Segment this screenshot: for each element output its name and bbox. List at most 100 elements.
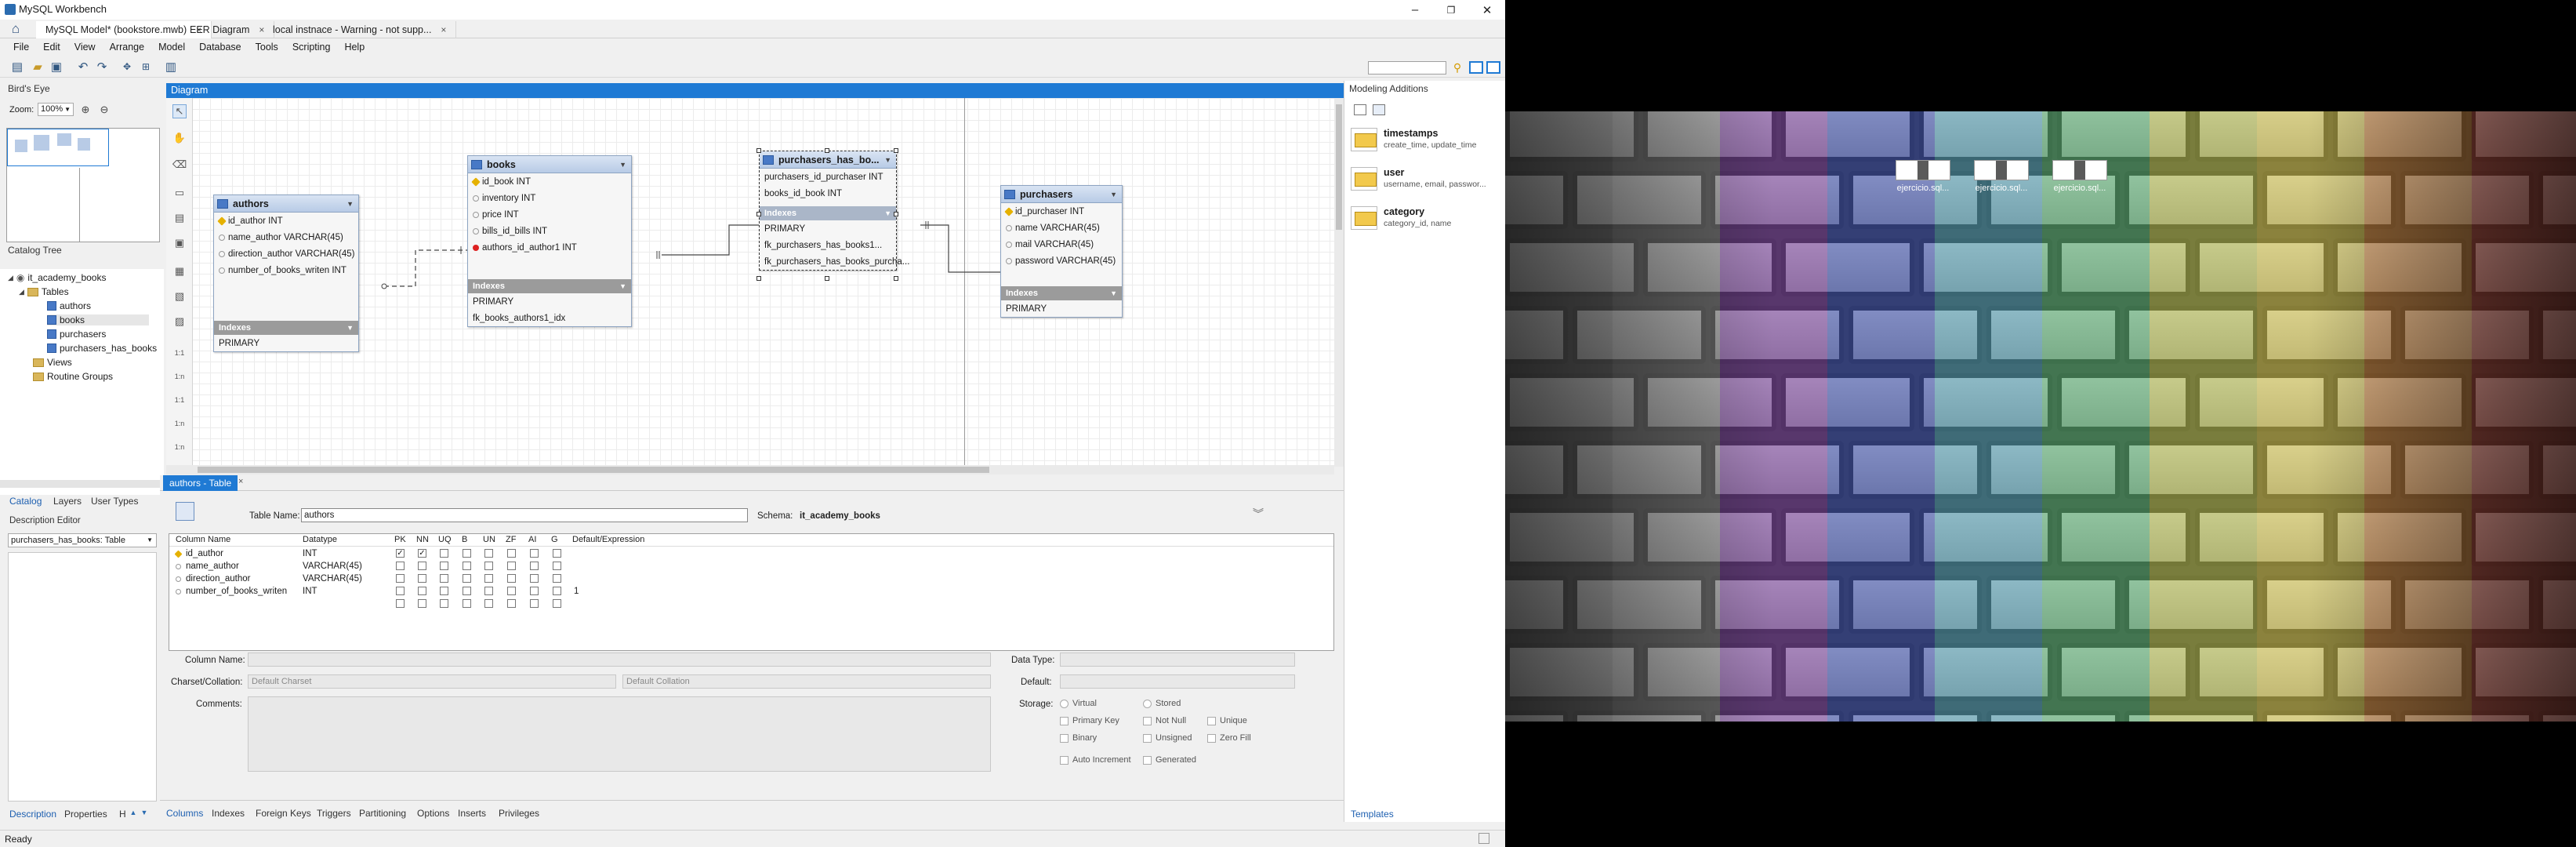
chevron-down-icon[interactable]: ▼ [1110, 289, 1117, 297]
entity-authors[interactable]: authors ▼ id_author INT name_author VARCH… [213, 194, 359, 352]
entity-index[interactable]: PRIMARY [214, 335, 358, 351]
description-object-select[interactable]: purchasers_has_books: Table ▼ [8, 533, 157, 547]
flag-checkbox[interactable] [484, 574, 493, 583]
tab-description[interactable]: Description [9, 809, 56, 820]
pointer-tool-icon[interactable]: ↖ [172, 104, 187, 118]
tree-node-routines[interactable]: Routine Groups [33, 371, 113, 382]
close-icon[interactable]: × [441, 24, 446, 35]
tab-privileges[interactable]: Privileges [499, 808, 539, 819]
flag-checkbox[interactable] [507, 562, 516, 570]
entity-books[interactable]: books ▼ id_book INT inventory INT price I… [467, 155, 632, 327]
menu-database[interactable]: Database [192, 42, 249, 53]
resize-handle[interactable] [825, 276, 829, 281]
zoom-out-icon[interactable]: ⊖ [97, 103, 111, 117]
entity-column[interactable]: id_author INT [214, 213, 358, 229]
flag-checkbox[interactable] [440, 587, 448, 595]
datatype-cell[interactable]: INT [303, 547, 317, 560]
virtual-radio[interactable]: Virtual [1060, 699, 1097, 708]
default-input[interactable] [1060, 674, 1295, 689]
entity-column[interactable]: books_id_book INT [760, 185, 896, 202]
flag-checkbox[interactable] [507, 599, 516, 608]
arrow-up-icon[interactable]: ▲ [129, 807, 138, 818]
grid-header[interactable]: G [551, 535, 558, 544]
flag-checkbox[interactable] [440, 574, 448, 583]
flag-checkbox[interactable] [396, 599, 405, 608]
rel-1-1-id-icon[interactable]: 1:1 [172, 393, 187, 407]
table-tool-icon[interactable]: ▦ [172, 264, 187, 278]
flag-checkbox[interactable] [553, 562, 561, 570]
undo-icon[interactable]: ↶ [75, 59, 91, 75]
tab-history[interactable]: H [119, 809, 126, 820]
tab-user-types[interactable]: User Types [91, 496, 138, 507]
entity-column[interactable]: bills_id_bills INT [468, 223, 631, 239]
flag-checkbox[interactable]: ✓ [396, 549, 405, 558]
tab-templates[interactable]: Templates [1351, 809, 1394, 820]
menu-tools[interactable]: Tools [249, 42, 285, 53]
rel-1-1-nonid-icon[interactable]: 1:1 [172, 346, 187, 360]
chevron-down-icon[interactable]: ▼ [619, 282, 626, 290]
scroll-thumb[interactable] [1336, 104, 1342, 230]
datatype-cell[interactable]: VARCHAR(45) [303, 573, 362, 585]
entity-purchasers[interactable]: purchasers ▼ id_purchaser INT name VARCHA… [1000, 185, 1123, 318]
tab-properties[interactable]: Properties [64, 809, 107, 820]
flag-checkbox[interactable] [396, 587, 405, 595]
tab-authors-table[interactable]: authors - Table [163, 475, 238, 491]
table-row[interactable]: id_author [174, 547, 223, 560]
new-diagram-icon[interactable]: ▥ [163, 59, 179, 75]
diagram-vertical-scrollbar[interactable] [1334, 98, 1344, 467]
grid-header[interactable]: AI [528, 535, 536, 544]
chevron-down-icon[interactable]: ▼ [346, 200, 354, 208]
grid-header[interactable]: B [462, 535, 467, 544]
rel-1-n-nonid-icon[interactable]: 1:n [172, 369, 187, 384]
hand-tool-icon[interactable]: ✋ [172, 131, 187, 145]
tab-inserts[interactable]: Inserts [458, 808, 486, 819]
flag-checkbox[interactable] [553, 574, 561, 583]
grid-header[interactable]: UN [483, 535, 495, 544]
search-icon[interactable]: ⚲ [1450, 60, 1464, 75]
layer-tool-icon[interactable]: ▭ [172, 186, 187, 200]
menu-file[interactable]: File [6, 42, 36, 53]
flag-checkbox[interactable] [507, 549, 516, 558]
new-model-icon[interactable]: ▤ [9, 59, 25, 75]
flag-checkbox[interactable] [463, 587, 471, 595]
grid-header[interactable]: NN [416, 535, 429, 544]
unsigned-checkbox[interactable]: Unsigned [1143, 733, 1192, 743]
table-row[interactable]: direction_author [176, 573, 250, 585]
panel-toggle-icon[interactable] [1478, 833, 1489, 844]
save-icon[interactable]: ▣ [49, 59, 64, 75]
entity-header[interactable]: purchasers_has_bo... ▼ [760, 151, 896, 169]
collapse-chevron-icon[interactable]: ︾ [1251, 507, 1265, 521]
image-tool-icon[interactable]: ▣ [172, 236, 187, 250]
minimize-button[interactable]: – [1397, 0, 1433, 20]
tree-node-schema[interactable]: ◢ ◉ it_academy_books [8, 272, 106, 283]
binary-checkbox[interactable]: Binary [1060, 733, 1097, 743]
tab-partitioning[interactable]: Partitioning [359, 808, 406, 819]
flag-checkbox[interactable] [463, 574, 471, 583]
entity-column[interactable]: password VARCHAR(45) [1001, 253, 1122, 269]
flag-checkbox[interactable] [484, 562, 493, 570]
entity-index[interactable]: fk_books_authors1_idx [468, 310, 631, 326]
flag-checkbox[interactable] [553, 587, 561, 595]
chevron-down-icon[interactable]: ▼ [619, 161, 626, 169]
view-tool-icon[interactable]: ▧ [172, 289, 187, 304]
snippet-view-icon[interactable] [1354, 104, 1366, 115]
entity-index[interactable]: PRIMARY [760, 220, 896, 237]
diagram-horizontal-scrollbar[interactable] [166, 465, 1334, 474]
menu-arrange[interactable]: Arrange [103, 42, 151, 53]
entity-indexes-header[interactable]: Indexes ▼ [214, 321, 358, 335]
entity-column[interactable]: authors_id_author1 INT [468, 239, 631, 256]
tab-options[interactable]: Options [417, 808, 449, 819]
grid-header[interactable]: Default/Expression [572, 535, 644, 544]
not-null-checkbox[interactable]: Not Null [1143, 716, 1186, 725]
flag-checkbox[interactable] [463, 549, 471, 558]
stored-radio[interactable]: Stored [1143, 699, 1181, 708]
layout-toggle-left-icon[interactable] [1469, 61, 1483, 74]
tree-node-views[interactable]: Views [33, 357, 72, 368]
arrow-down-icon[interactable]: ▼ [140, 807, 149, 818]
default-cell[interactable]: 1 [574, 585, 579, 598]
flag-checkbox[interactable] [530, 574, 539, 583]
auto-increment-checkbox[interactable]: Auto Increment [1060, 755, 1131, 765]
entity-column[interactable]: id_purchaser INT [1001, 203, 1122, 220]
grid-header[interactable]: Datatype [303, 535, 337, 544]
menu-view[interactable]: View [67, 42, 103, 53]
